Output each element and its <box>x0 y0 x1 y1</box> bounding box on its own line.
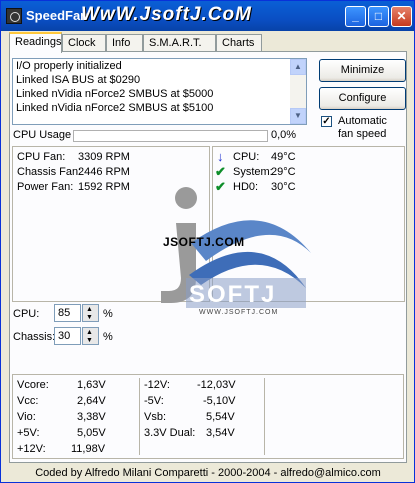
jsoftj-watermark-logo: JSOFTJ.COM SOFTJ WWW.JSOFTJ.COM <box>151 183 316 333</box>
log-line: Linked ISA BUS at $0290 <box>16 74 141 86</box>
temp-label: CPU: <box>233 151 260 163</box>
logo-text-url: WWW.JSOFTJ.COM <box>199 309 279 316</box>
voltage-label: Vio: <box>17 411 36 423</box>
voltage-value: 11,98V <box>71 443 106 455</box>
close-window-button[interactable]: ✕ <box>391 6 412 27</box>
voltage-value: 5,05V <box>77 427 106 439</box>
tab-charts[interactable]: Charts <box>216 34 262 52</box>
log-scrollbar[interactable]: ▲ ▼ <box>290 59 306 124</box>
fan-label: CPU Fan: <box>17 151 66 163</box>
voltage-value: 3,38V <box>77 411 106 423</box>
voltage-label: Vsb: <box>144 411 167 423</box>
scroll-up-icon[interactable]: ▲ <box>290 59 306 75</box>
voltages-divider <box>264 378 265 455</box>
voltage-value: 3,54V <box>206 427 235 439</box>
tab-smart[interactable]: S.M.A.R.T. <box>143 34 216 52</box>
voltage-value: 5,54V <box>206 411 235 423</box>
automatic-fan-speed-label[interactable]: Automatic fan speed <box>338 115 387 141</box>
fan-speed-label: fan speed <box>338 128 387 140</box>
cpu-usage-value: 0,0% <box>271 129 297 141</box>
configure-button[interactable]: Configure <box>319 87 406 110</box>
voltage-value: -12,03V <box>197 379 236 391</box>
voltage-label: +12V: <box>17 443 46 455</box>
logo-text-main: SOFTJ <box>189 281 277 308</box>
minimize-button[interactable]: Minimize <box>319 59 406 82</box>
temp-label: System: <box>233 166 273 178</box>
fan-label: Power Fan: <box>17 181 74 193</box>
spin-down-icon[interactable]: ▼ <box>86 314 93 321</box>
fan-value: 2446 RPM <box>78 166 130 178</box>
status-bar: Coded by Alfredo Milani Comparetti - 200… <box>35 467 381 479</box>
chassis-speed-unit: % <box>103 331 113 343</box>
watermark-text: WwW.JsoftJ.CoM <box>81 4 252 25</box>
voltage-label: +5V: <box>17 427 40 439</box>
scroll-down-icon[interactable]: ▼ <box>290 108 306 124</box>
tab-clock[interactable]: Clock <box>62 34 106 52</box>
log-box[interactable]: I/O properly initialized Linked ISA BUS … <box>12 58 307 125</box>
voltage-value: -5,10V <box>203 395 236 407</box>
cpu-usage-bar <box>73 130 268 142</box>
cpu-speed-stepper[interactable]: ▲ ▼ <box>82 304 99 322</box>
cpu-speed-label: CPU: <box>13 308 40 320</box>
title-bar[interactable]: SpeedFan WwW.JsoftJ.CoM _ □ ✕ <box>1 1 414 31</box>
log-line: I/O properly initialized <box>16 60 122 72</box>
fan-label: Chassis Fan: <box>17 166 82 178</box>
fan-value: 3309 RPM <box>78 151 130 163</box>
chassis-speed-label: Chassis: <box>13 331 56 343</box>
speedfan-window: SpeedFan WwW.JsoftJ.CoM _ □ ✕ Readings C… <box>0 0 415 483</box>
voltage-label: 3.3V Dual: <box>144 427 196 439</box>
voltage-label: -5V: <box>144 395 164 407</box>
log-line: Linked nVidia nForce2 SMBUS at $5100 <box>16 102 214 114</box>
spin-up-icon[interactable]: ▲ <box>86 329 93 336</box>
voltage-label: Vcc: <box>17 395 39 407</box>
chassis-speed-input[interactable]: 30 <box>54 327 81 345</box>
spin-down-icon[interactable]: ▼ <box>86 337 93 344</box>
cpu-speed-unit: % <box>103 308 113 320</box>
logo-text-top: JSOFTJ.COM <box>163 235 245 249</box>
voltages-divider <box>139 378 140 455</box>
temp-value: 49°C <box>271 151 296 163</box>
minimize-window-button[interactable]: _ <box>345 6 366 27</box>
arrow-down-icon: ↓ <box>217 149 224 164</box>
automatic-label: Automatic <box>338 115 387 127</box>
check-icon: ✔ <box>215 164 226 179</box>
automatic-fan-speed-checkbox[interactable]: ✓ <box>321 116 332 127</box>
tab-readings[interactable]: Readings <box>9 32 62 53</box>
cpu-speed-input[interactable]: 85 <box>54 304 81 322</box>
fan-value: 1592 RPM <box>78 181 130 193</box>
window-title: SpeedFan <box>26 8 89 23</box>
cpu-usage-label: CPU Usage <box>13 129 72 141</box>
voltage-label: -12V: <box>144 379 170 391</box>
maximize-window-button[interactable]: □ <box>368 6 389 27</box>
log-line: Linked nVidia nForce2 SMBUS at $5000 <box>16 88 214 100</box>
voltage-value: 1,63V <box>77 379 106 391</box>
speedfan-app-icon[interactable] <box>6 8 22 24</box>
voltage-value: 2,64V <box>77 395 106 407</box>
spin-up-icon[interactable]: ▲ <box>86 306 93 313</box>
temp-value: 29°C <box>271 166 296 178</box>
chassis-speed-stepper[interactable]: ▲ ▼ <box>82 327 99 345</box>
voltage-label: Vcore: <box>17 379 49 391</box>
tab-info[interactable]: Info <box>106 34 143 52</box>
